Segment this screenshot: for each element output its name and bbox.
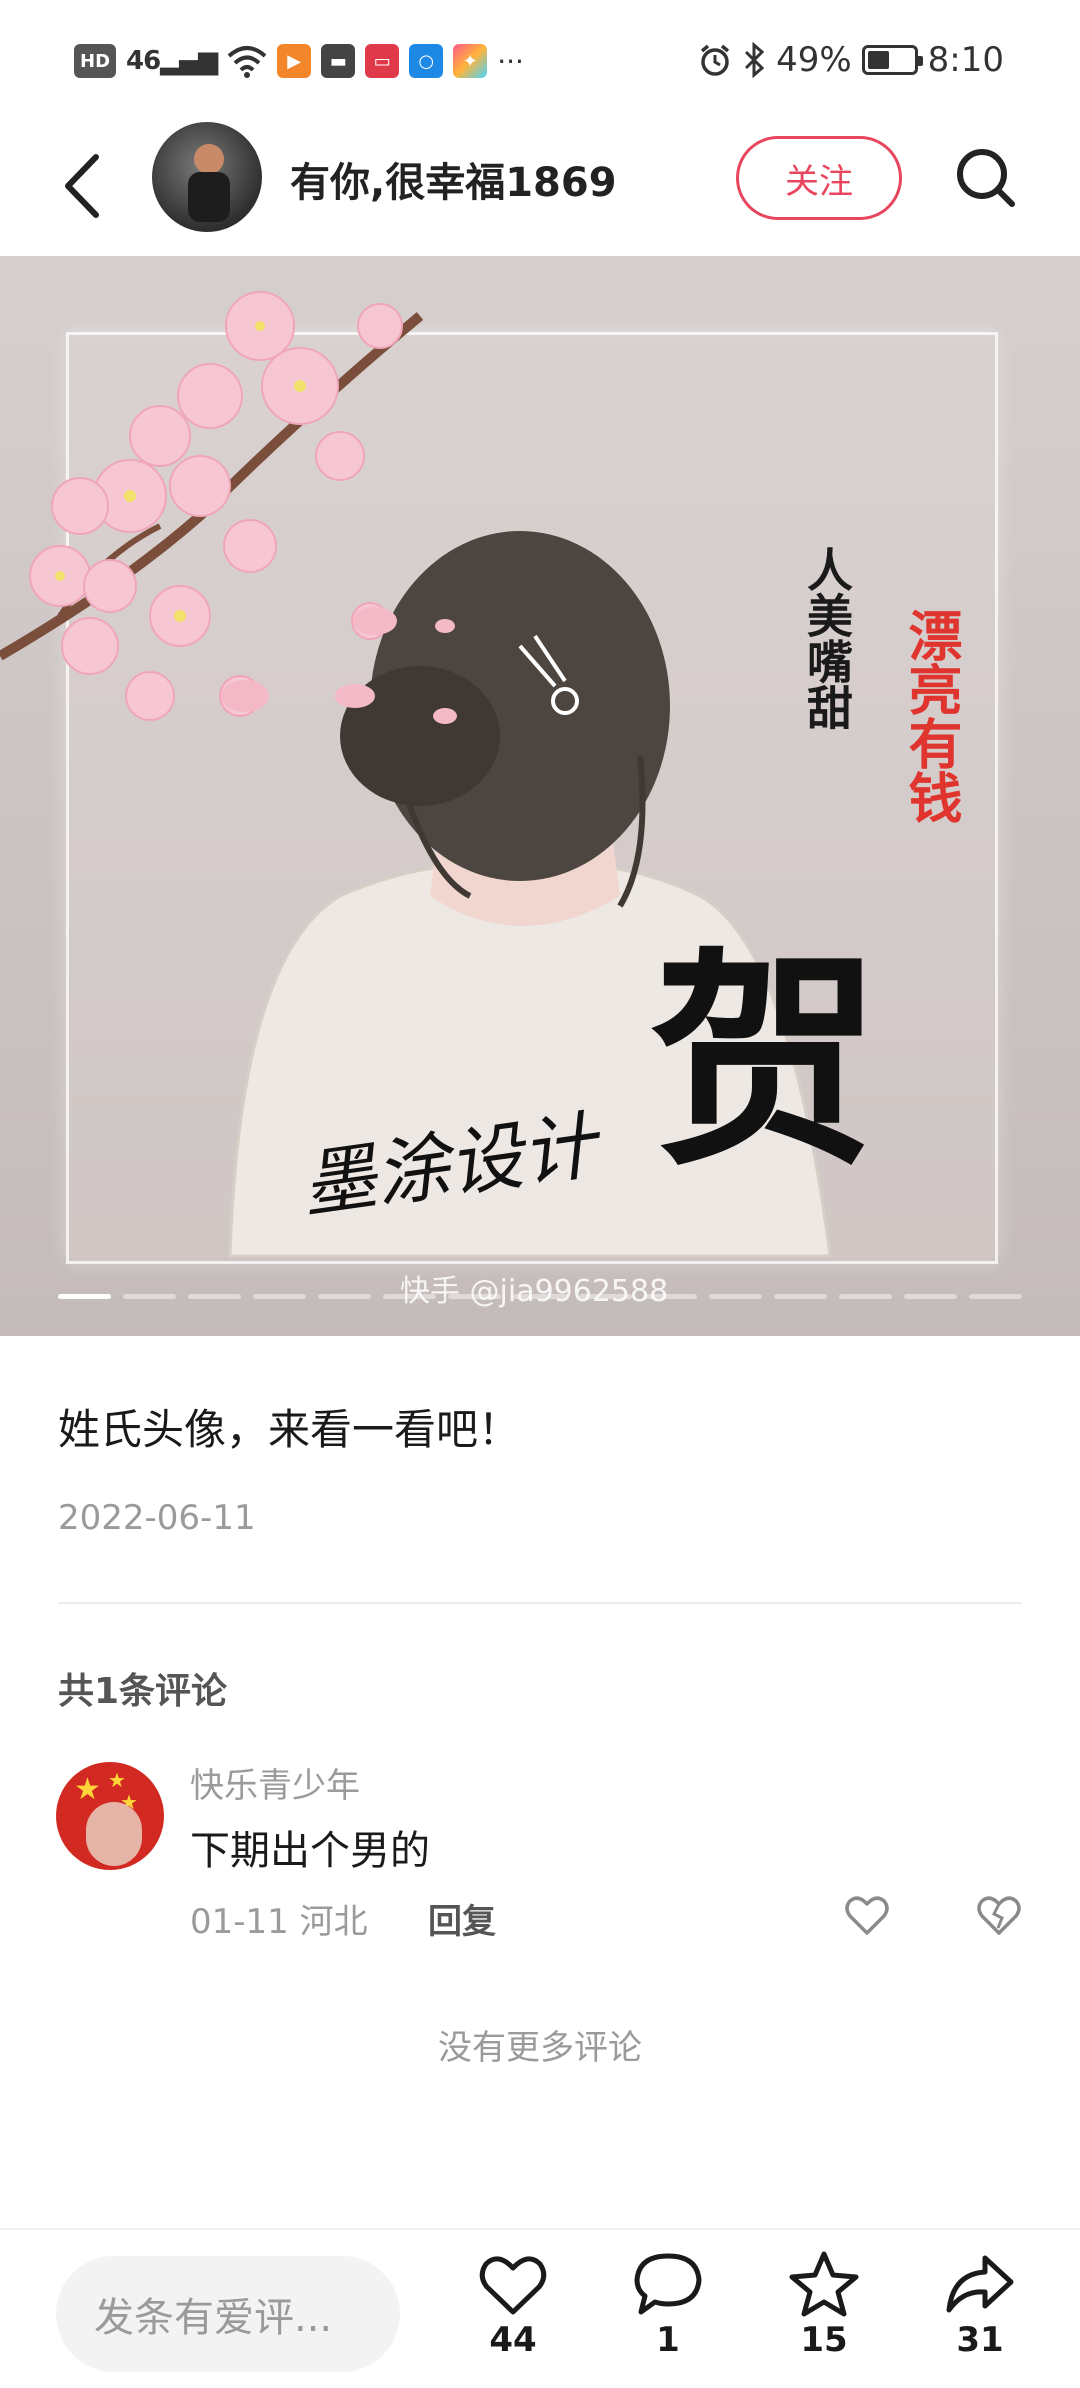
comment-meta: 01-11 河北 — [190, 1902, 368, 1942]
author-avatar[interactable] — [152, 122, 262, 232]
battery-icon — [861, 45, 923, 75]
back-arrow-icon — [65, 154, 99, 218]
search-icon — [957, 149, 1015, 207]
alarm-icon — [700, 44, 730, 76]
post-image[interactable]: 人美嘴甜 漂亮有钱 贺 墨涂设计 快手 @jia9962588 — [0, 256, 1080, 1336]
bluetooth-icon — [745, 42, 765, 78]
pager-dot — [903, 1294, 957, 1299]
back-button[interactable] — [52, 146, 112, 226]
flag-star-icon: ★ — [108, 1768, 126, 1792]
divider — [58, 1602, 1022, 1604]
favorite-button[interactable]: 15 — [774, 2250, 874, 2360]
comment-dislike-button[interactable] — [974, 1890, 1024, 1940]
broken-heart-icon — [977, 1896, 1021, 1935]
wifi-icon — [227, 46, 267, 78]
more-notifications-icon: ··· — [497, 44, 524, 78]
avatar-figure-head — [194, 144, 224, 174]
comment-button[interactable]: 1 — [618, 2250, 718, 2360]
book-app-icon: ▭ — [365, 44, 400, 78]
share-arrow-icon — [946, 2255, 1014, 2313]
comment-text[interactable]: 下期出个男的 — [190, 1818, 430, 1876]
comment-like-button[interactable] — [842, 1890, 892, 1940]
pager-dot — [188, 1294, 242, 1299]
pager-dot — [318, 1294, 372, 1299]
gallery-app-icon: ✦ — [453, 44, 488, 78]
comment-count: 共1条评论 — [58, 1671, 228, 1712]
like-count: 44 — [489, 2320, 537, 2360]
heart-icon — [479, 2256, 547, 2315]
like-button[interactable]: 44 — [463, 2250, 563, 2360]
commenter-face — [86, 1802, 142, 1866]
pager-dot — [123, 1294, 177, 1299]
commenter-name[interactable]: 快乐青少年 — [190, 1758, 360, 1807]
calendar-app-icon: ▬ — [321, 44, 356, 78]
share-count: 31 — [956, 2320, 1004, 2360]
pager-dot — [513, 1294, 567, 1299]
no-more-comments: 没有更多评论 — [438, 2028, 642, 2068]
star-icon — [789, 2251, 859, 2317]
pager-dot — [578, 1294, 632, 1299]
status-bar: HD 46▂▄▆ ▶ ▬ ▭ ○ ✦ ··· 49% 8:10 — [0, 0, 1080, 120]
search-button[interactable] — [950, 142, 1022, 214]
status-right-icons: 49% 8:10 — [698, 40, 1004, 80]
follow-button[interactable]: 关注 — [736, 136, 902, 220]
image-text-left: 人美嘴甜 — [800, 546, 854, 730]
commenter-avatar[interactable]: ★ ★ ★ — [56, 1762, 164, 1870]
comment-input[interactable]: 发条有爱评... — [56, 2256, 400, 2372]
pager-dot — [253, 1294, 307, 1299]
pager-dot — [773, 1294, 827, 1299]
bottom-action-bar: 发条有爱评... 44 1 15 31 — [0, 2228, 1080, 2388]
clock: 8:10 — [927, 40, 1004, 80]
pager-dot — [643, 1294, 697, 1299]
reply-button[interactable]: 回复 — [428, 1894, 496, 1943]
comment-total: 1 — [656, 2320, 680, 2360]
signal-icon: 46▂▄▆ — [126, 46, 218, 76]
favorite-count: 15 — [800, 2320, 848, 2360]
watermark: 快手 @jia9962588 — [400, 1274, 669, 1309]
video-app-icon: ▶ — [277, 44, 312, 78]
pager-dot — [58, 1294, 112, 1299]
image-big-char: 贺 — [650, 927, 881, 1197]
status-left-icons: HD 46▂▄▆ ▶ ▬ ▭ ○ ✦ ··· — [74, 44, 524, 78]
post-date: 2022-06-11 — [58, 1498, 256, 1538]
comment-bubble-icon — [634, 2253, 702, 2315]
search-app-icon: ○ — [409, 44, 444, 78]
flag-star-icon: ★ — [74, 1772, 101, 1807]
image-text-right: 漂亮有钱 — [899, 608, 962, 824]
pager-dot — [448, 1294, 502, 1299]
hd-icon: HD — [74, 44, 117, 78]
pager-dot — [968, 1294, 1022, 1299]
pager-dot — [383, 1294, 437, 1299]
pager-dot — [708, 1294, 762, 1299]
pager-dot — [838, 1294, 892, 1299]
post-caption: 姓氏头像，来看一看吧！ — [58, 1405, 521, 1454]
battery-fill — [867, 51, 890, 69]
battery-percent: 49% — [776, 40, 852, 80]
avatar-figure-body — [188, 172, 230, 222]
heart-outline-icon — [845, 1896, 889, 1935]
header: 有你,很幸福1869 关注 — [0, 120, 1080, 254]
author-name[interactable]: 有你,很幸福1869 — [290, 150, 617, 208]
image-pager — [58, 1294, 1022, 1300]
share-button[interactable]: 31 — [930, 2250, 1030, 2360]
